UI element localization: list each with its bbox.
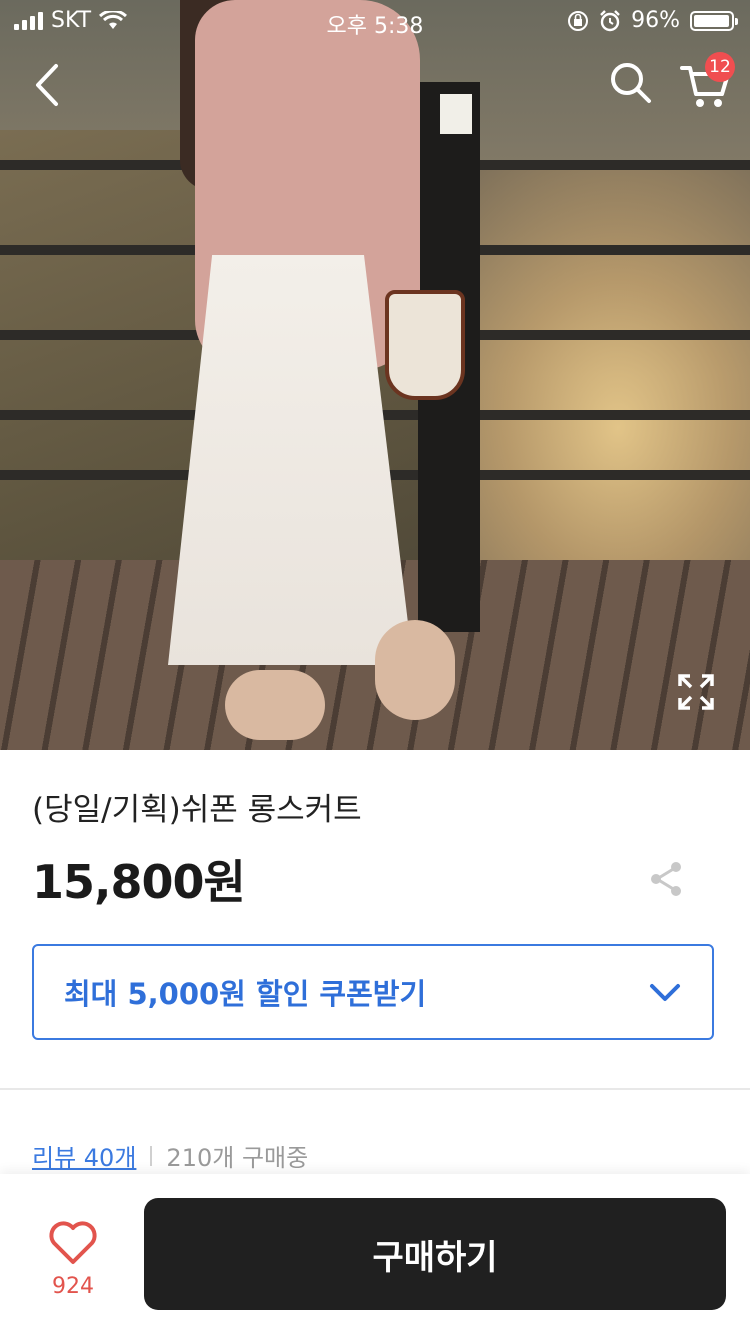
review-link[interactable]: 리뷰 40개 <box>32 1138 136 1173</box>
chevron-left-icon <box>36 64 58 106</box>
section-divider <box>0 1088 750 1090</box>
battery-icon <box>690 10 738 31</box>
buy-button[interactable]: 구매하기 <box>144 1198 726 1310</box>
like-button[interactable]: 924 <box>42 1220 104 1310</box>
product-price: 15,800원 <box>32 855 246 909</box>
back-button[interactable] <box>28 60 72 110</box>
coupon-button[interactable]: 최대 5,000원 할인 쿠폰받기 <box>32 944 714 1040</box>
expand-icon <box>678 674 714 710</box>
heart-icon <box>49 1221 97 1264</box>
status-right: 96% <box>567 8 738 33</box>
cart-count-badge: 12 <box>705 52 735 82</box>
like-count: 924 <box>52 1274 94 1299</box>
review-summary: 리뷰 40개 210개 구매중 <box>32 1138 308 1173</box>
product-title: (당일/기획)쉬폰 롱스커트 <box>32 792 362 828</box>
status-bar: SKT 오후 5:38 96% <box>0 0 750 40</box>
buyer-count: 210개 구매중 <box>166 1144 309 1172</box>
photo-model-shoe <box>225 670 325 740</box>
photo-model-bag <box>385 290 465 400</box>
product-image[interactable] <box>0 0 750 750</box>
photo-lamp-light <box>436 90 476 138</box>
share-icon <box>651 862 681 896</box>
alarm-icon <box>600 9 620 31</box>
orientation-lock-icon <box>568 10 589 31</box>
expand-image-button[interactable] <box>676 672 716 712</box>
separator <box>150 1145 153 1166</box>
search-icon <box>611 63 651 103</box>
search-button[interactable] <box>608 60 654 106</box>
chevron-down-icon <box>650 984 680 1001</box>
battery-percent: 96% <box>631 8 680 33</box>
photo-model-shoe <box>375 620 455 720</box>
share-button[interactable] <box>648 860 684 898</box>
coupon-label: 최대 5,000원 할인 쿠폰받기 <box>64 977 427 1011</box>
